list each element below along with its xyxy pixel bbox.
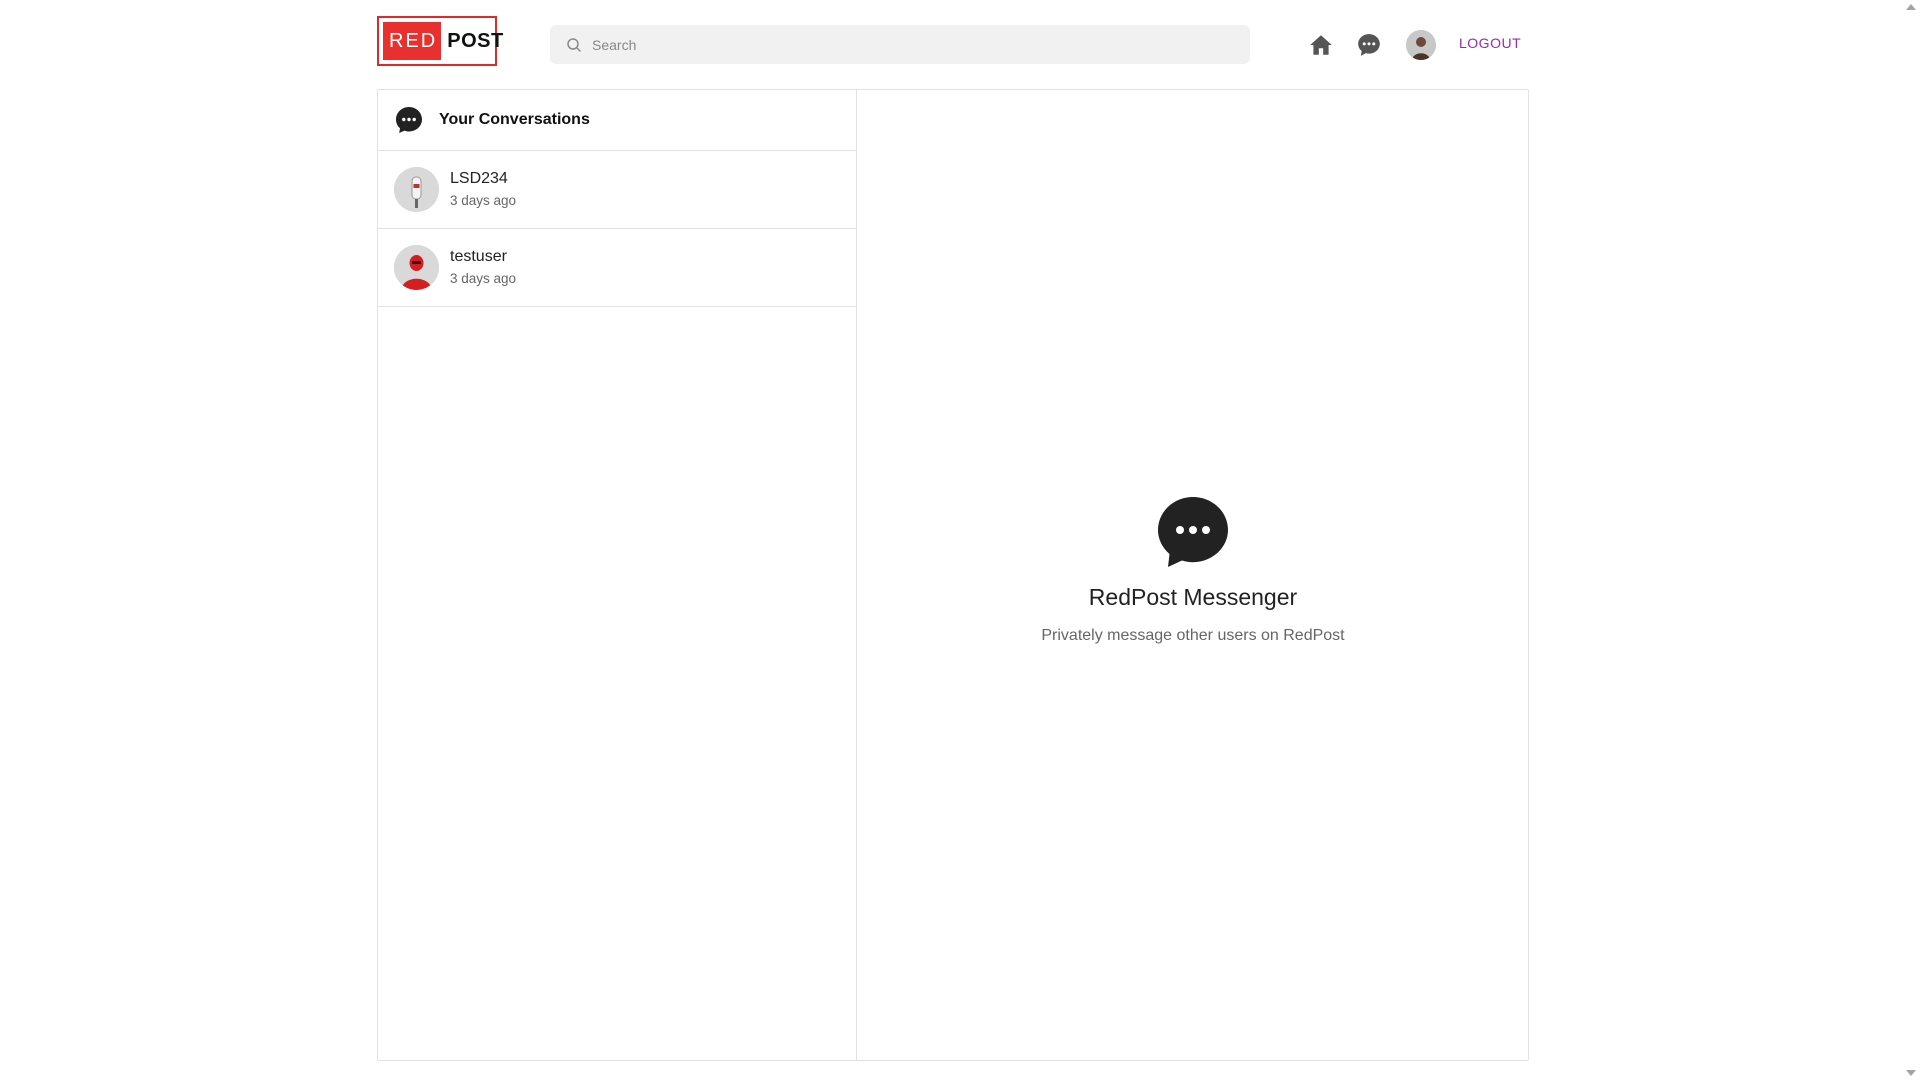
conversation-name: testuser xyxy=(450,248,507,265)
home-icon[interactable] xyxy=(1308,32,1334,58)
conversation-time: 3 days ago xyxy=(450,193,517,208)
avatar xyxy=(394,245,439,290)
conversation-time: 3 days ago xyxy=(450,271,517,286)
messenger-subtitle: Privately message other users on RedPost xyxy=(1041,627,1345,644)
scroll-down-arrow-icon[interactable] xyxy=(1906,1070,1916,1076)
messenger-title: RedPost Messenger xyxy=(1088,584,1298,610)
logout-link[interactable]: LOGOUT xyxy=(1459,35,1521,51)
search-input[interactable] xyxy=(592,36,1232,53)
logo-red-text: RED xyxy=(383,22,442,60)
chat-bubble-icon[interactable] xyxy=(1356,32,1382,58)
logo-post-text: POST xyxy=(447,30,504,52)
page-scrollbar[interactable] xyxy=(1900,0,1920,1080)
messenger-panel: Your Conversations LSD234 3 days ago tes… xyxy=(377,89,1529,1061)
redpost-logo[interactable]: RED POST xyxy=(377,16,503,66)
sidebar-header: Your Conversations xyxy=(378,90,856,151)
conversation-item[interactable]: LSD234 3 days ago xyxy=(378,151,856,229)
conversations-sidebar: Your Conversations LSD234 3 days ago tes… xyxy=(378,90,857,1060)
messenger-welcome: RedPost Messenger Privately message othe… xyxy=(858,496,1528,645)
conversation-name: LSD234 xyxy=(450,170,508,187)
avatar-image xyxy=(1406,30,1436,60)
chat-bubble-icon xyxy=(1158,497,1228,567)
conversation-item[interactable]: testuser 3 days ago xyxy=(378,229,856,307)
search-bar[interactable] xyxy=(550,25,1250,64)
scroll-up-arrow-icon[interactable] xyxy=(1906,4,1916,10)
avatar xyxy=(394,167,439,212)
sidebar-title: Your Conversations xyxy=(439,111,590,128)
chat-bubble-icon xyxy=(396,107,422,133)
user-avatar[interactable] xyxy=(1406,30,1436,60)
top-navbar: RED POST LOGOUT xyxy=(0,0,1900,88)
messenger-content: RedPost Messenger Privately message othe… xyxy=(858,90,1528,1060)
search-icon xyxy=(567,37,581,52)
